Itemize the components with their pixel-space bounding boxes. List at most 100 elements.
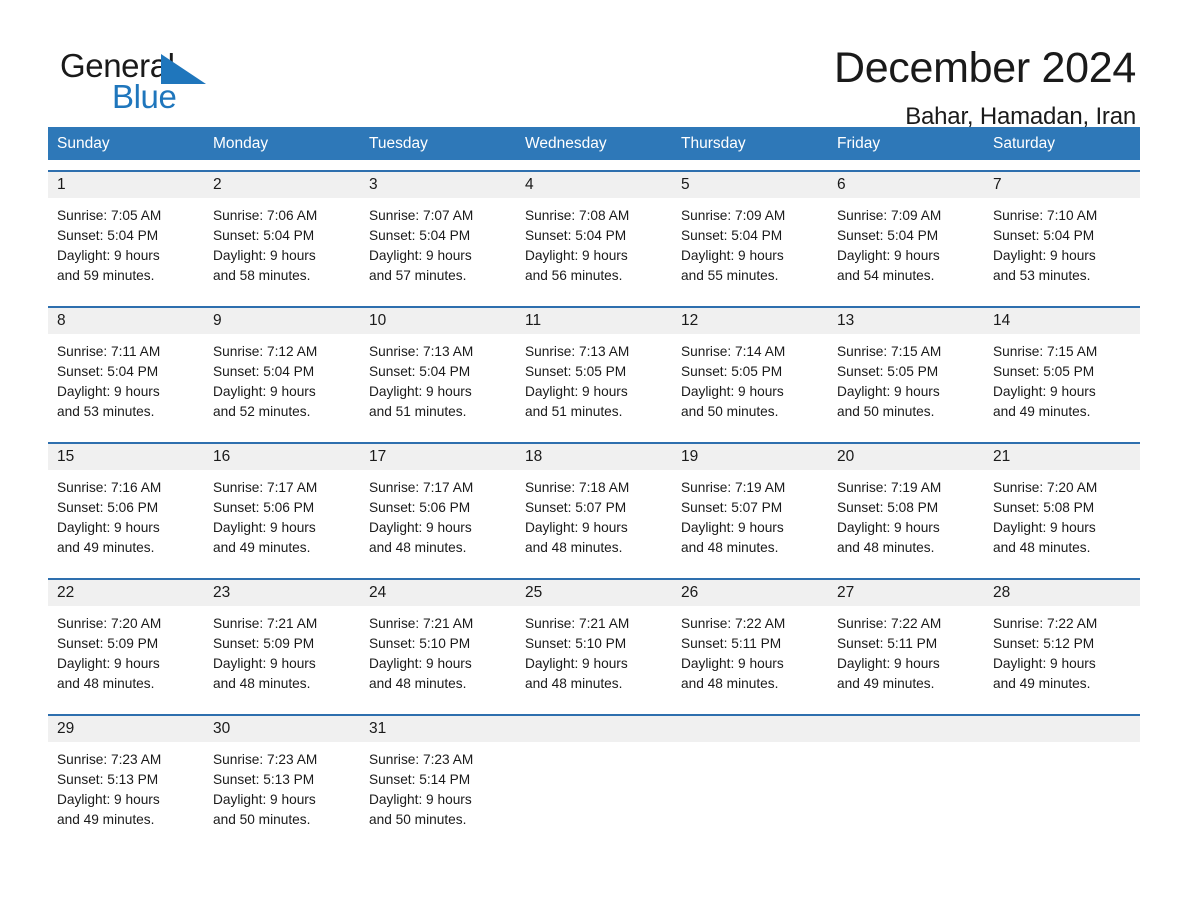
daylight-text-cont: and 48 minutes. xyxy=(213,676,311,691)
day-cell: Sunrise: 7:05 AM Sunset: 5:04 PM Dayligh… xyxy=(48,198,204,296)
day-cell: Sunrise: 7:23 AM Sunset: 5:14 PM Dayligh… xyxy=(360,742,516,840)
daylight-text-cont: and 49 minutes. xyxy=(213,540,311,555)
daylight-text: Daylight: 9 hours xyxy=(213,520,316,535)
sunrise-text: Sunrise: 7:22 AM xyxy=(993,616,1098,631)
general-blue-logo[interactable]: General Blue xyxy=(60,48,280,120)
day-number[interactable]: 14 xyxy=(984,308,1140,334)
sunrise-text: Sunrise: 7:18 AM xyxy=(525,480,630,495)
day-cell: Sunrise: 7:07 AM Sunset: 5:04 PM Dayligh… xyxy=(360,198,516,296)
day-number[interactable]: 29 xyxy=(48,716,204,742)
day-number[interactable]: 13 xyxy=(828,308,984,334)
day-cell: Sunrise: 7:10 AM Sunset: 5:04 PM Dayligh… xyxy=(984,198,1140,296)
sunset-text: Sunset: 5:04 PM xyxy=(525,228,627,243)
sunrise-text: Sunrise: 7:19 AM xyxy=(681,480,786,495)
day-number[interactable]: 18 xyxy=(516,444,672,470)
day-number[interactable]: 31 xyxy=(360,716,516,742)
day-number[interactable]: 6 xyxy=(828,172,984,198)
daylight-text: Daylight: 9 hours xyxy=(57,520,160,535)
daylight-text-cont: and 48 minutes. xyxy=(369,676,467,691)
sunrise-text: Sunrise: 7:09 AM xyxy=(837,208,942,223)
day-number[interactable]: 1 xyxy=(48,172,204,198)
daylight-text-cont: and 48 minutes. xyxy=(525,540,623,555)
daylight-text: Daylight: 9 hours xyxy=(525,248,628,263)
day-number[interactable]: 7 xyxy=(984,172,1140,198)
day-number[interactable]: 24 xyxy=(360,580,516,606)
day-number[interactable]: 19 xyxy=(672,444,828,470)
sunrise-text: Sunrise: 7:15 AM xyxy=(993,344,1098,359)
day-cell: Sunrise: 7:22 AM Sunset: 5:11 PM Dayligh… xyxy=(672,606,828,704)
sunset-text: Sunset: 5:04 PM xyxy=(369,228,471,243)
day-number[interactable]: 22 xyxy=(48,580,204,606)
day-number-band: 29 30 31 xyxy=(48,716,1140,742)
daylight-text: Daylight: 9 hours xyxy=(525,656,628,671)
daylight-text-cont: and 51 minutes. xyxy=(369,404,467,419)
day-cell: Sunrise: 7:06 AM Sunset: 5:04 PM Dayligh… xyxy=(204,198,360,296)
day-number[interactable]: 25 xyxy=(516,580,672,606)
day-number-band: 15 16 17 18 19 20 21 xyxy=(48,444,1140,470)
day-number[interactable]: 5 xyxy=(672,172,828,198)
day-cell: Sunrise: 7:19 AM Sunset: 5:07 PM Dayligh… xyxy=(672,470,828,568)
day-number-band: 1 2 3 4 5 6 7 xyxy=(48,172,1140,198)
day-number[interactable]: 20 xyxy=(828,444,984,470)
sunset-text: Sunset: 5:13 PM xyxy=(213,772,315,787)
daylight-text-cont: and 49 minutes. xyxy=(837,676,935,691)
sunrise-text: Sunrise: 7:05 AM xyxy=(57,208,162,223)
sunrise-text: Sunrise: 7:23 AM xyxy=(57,752,162,767)
sunrise-text: Sunrise: 7:22 AM xyxy=(837,616,942,631)
sunset-text: Sunset: 5:06 PM xyxy=(369,500,471,515)
daylight-text-cont: and 52 minutes. xyxy=(213,404,311,419)
sunset-text: Sunset: 5:05 PM xyxy=(993,364,1095,379)
daylight-text: Daylight: 9 hours xyxy=(681,384,784,399)
day-number[interactable]: 30 xyxy=(204,716,360,742)
daylight-text: Daylight: 9 hours xyxy=(837,248,940,263)
day-number[interactable]: 11 xyxy=(516,308,672,334)
day-cell: Sunrise: 7:20 AM Sunset: 5:08 PM Dayligh… xyxy=(984,470,1140,568)
day-number[interactable]: 4 xyxy=(516,172,672,198)
daylight-text: Daylight: 9 hours xyxy=(369,248,472,263)
day-number[interactable]: 9 xyxy=(204,308,360,334)
daylight-text: Daylight: 9 hours xyxy=(525,384,628,399)
day-cell: Sunrise: 7:21 AM Sunset: 5:10 PM Dayligh… xyxy=(360,606,516,704)
day-cell: Sunrise: 7:08 AM Sunset: 5:04 PM Dayligh… xyxy=(516,198,672,296)
day-number[interactable]: 3 xyxy=(360,172,516,198)
daylight-text-cont: and 50 minutes. xyxy=(681,404,779,419)
sunset-text: Sunset: 5:05 PM xyxy=(837,364,939,379)
day-detail-band: Sunrise: 7:11 AM Sunset: 5:04 PM Dayligh… xyxy=(48,334,1140,432)
day-number[interactable]: 15 xyxy=(48,444,204,470)
sunset-text: Sunset: 5:11 PM xyxy=(837,636,938,651)
daylight-text: Daylight: 9 hours xyxy=(213,792,316,807)
day-number[interactable]: 27 xyxy=(828,580,984,606)
daylight-text-cont: and 49 minutes. xyxy=(993,404,1091,419)
day-number[interactable]: 16 xyxy=(204,444,360,470)
sunrise-text: Sunrise: 7:22 AM xyxy=(681,616,786,631)
day-number[interactable]: 12 xyxy=(672,308,828,334)
daylight-text: Daylight: 9 hours xyxy=(525,520,628,535)
page-header: General Blue December 2024 Bahar, Hamada… xyxy=(48,0,1140,130)
sunset-text: Sunset: 5:04 PM xyxy=(57,364,159,379)
day-cell: Sunrise: 7:23 AM Sunset: 5:13 PM Dayligh… xyxy=(204,742,360,840)
day-cell-empty xyxy=(828,742,984,840)
day-number[interactable]: 21 xyxy=(984,444,1140,470)
day-number[interactable]: 28 xyxy=(984,580,1140,606)
calendar-week-row: 8 9 10 11 12 13 14 Sunrise: 7:11 AM Suns… xyxy=(48,306,1140,432)
day-number[interactable]: 26 xyxy=(672,580,828,606)
sunset-text: Sunset: 5:04 PM xyxy=(213,228,315,243)
daylight-text-cont: and 58 minutes. xyxy=(213,268,311,283)
daylight-text-cont: and 55 minutes. xyxy=(681,268,779,283)
sunset-text: Sunset: 5:05 PM xyxy=(681,364,783,379)
day-cell: Sunrise: 7:21 AM Sunset: 5:09 PM Dayligh… xyxy=(204,606,360,704)
daylight-text: Daylight: 9 hours xyxy=(837,656,940,671)
sunset-text: Sunset: 5:05 PM xyxy=(525,364,627,379)
day-number[interactable]: 2 xyxy=(204,172,360,198)
day-number[interactable]: 17 xyxy=(360,444,516,470)
daylight-text-cont: and 51 minutes. xyxy=(525,404,623,419)
day-number[interactable]: 8 xyxy=(48,308,204,334)
day-number[interactable]: 23 xyxy=(204,580,360,606)
day-number[interactable]: 10 xyxy=(360,308,516,334)
sunrise-text: Sunrise: 7:14 AM xyxy=(681,344,786,359)
day-cell: Sunrise: 7:09 AM Sunset: 5:04 PM Dayligh… xyxy=(672,198,828,296)
day-cell: Sunrise: 7:18 AM Sunset: 5:07 PM Dayligh… xyxy=(516,470,672,568)
day-number-empty xyxy=(672,716,828,742)
day-cell: Sunrise: 7:16 AM Sunset: 5:06 PM Dayligh… xyxy=(48,470,204,568)
sunset-text: Sunset: 5:09 PM xyxy=(57,636,159,651)
